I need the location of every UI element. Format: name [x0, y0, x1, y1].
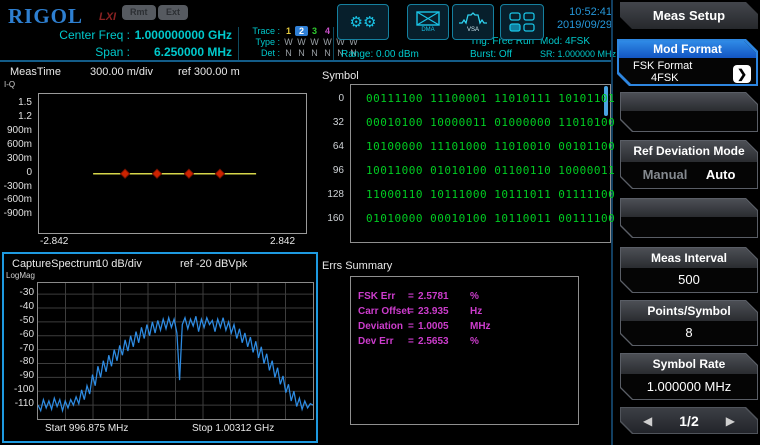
err-label: Dev Err: [358, 336, 394, 347]
gear-icon: ⚙⚙: [350, 15, 377, 30]
symbol-bits: 10011000 01010100 01100110 10000011: [366, 164, 615, 177]
meastime-title: MeasTime: [10, 66, 61, 78]
option-auto[interactable]: Auto: [706, 167, 736, 182]
capture-mode: LogMag: [6, 271, 35, 280]
analyzer-screen: RIGOL LXI Rmt Ext Center Freq : 1.000000…: [0, 0, 760, 445]
meas-interval-softkey[interactable]: Meas Interval 500: [620, 247, 758, 293]
ref-deviation-label: Ref Deviation Mode: [621, 141, 757, 162]
symbol-offset: 32: [310, 117, 344, 128]
window-layout-button[interactable]: [500, 4, 544, 40]
burst-status: Burst: Off: [470, 49, 512, 60]
symbol-rate-label: Symbol Rate: [621, 354, 757, 374]
vsa-button[interactable]: VSA: [452, 4, 494, 40]
ext-indicator: Ext: [158, 5, 188, 20]
symbol-offset: 96: [310, 165, 344, 176]
header-divider: [333, 27, 334, 60]
mod-status: Mod: 4FSK: [540, 36, 590, 47]
symbol-title: Symbol: [322, 70, 359, 82]
menu-title-meas-setup: Meas Setup: [620, 2, 758, 29]
err-unit: Hz: [470, 306, 482, 317]
meastime-trace: [39, 94, 306, 233]
symbol-offset: 128: [310, 189, 344, 200]
span-label: Span :: [10, 45, 130, 59]
err-label: Deviation: [358, 321, 403, 332]
empty-softkey: [620, 198, 758, 238]
symbol-bits: 11000110 10111000 10111011 01111100: [366, 188, 615, 201]
center-freq-label: Center Freq :: [10, 28, 130, 42]
meastime-x-max: 2.842: [270, 236, 295, 247]
points-symbol-softkey[interactable]: Points/Symbol 8: [620, 300, 758, 346]
page-prev-icon[interactable]: ◀: [643, 414, 652, 428]
err-unit: MHz: [470, 321, 491, 332]
err-value: 23.935: [418, 306, 449, 317]
symbol-offset: 0: [310, 93, 344, 104]
window-layout-icon: [509, 12, 535, 32]
err-value: 1.0005: [418, 321, 449, 332]
trace-2-active[interactable]: 2: [295, 26, 308, 36]
range-status: Range: 0.00 dBm: [341, 49, 419, 60]
spectrum-plot[interactable]: [37, 282, 314, 420]
sr-status: SR: 1.000000 MHz: [540, 49, 616, 59]
type-label: Type :: [244, 37, 280, 47]
spectrum-stop-label: Stop 1.00312 GHz: [192, 423, 274, 434]
meastime-plot[interactable]: [38, 93, 307, 234]
trace-label: Trace :: [244, 26, 280, 36]
det-label: Det :: [244, 48, 280, 58]
ref-deviation-mode-softkey[interactable]: Ref Deviation Mode Manual Auto: [620, 140, 758, 189]
trace-3[interactable]: 3: [308, 26, 321, 36]
capture-ref: ref -20 dBVpk: [180, 258, 247, 270]
center-freq-value[interactable]: 1.000000000 GHz: [132, 28, 232, 42]
symbol-offset: 64: [310, 141, 344, 152]
symbol-rate-value: 1.000000 MHz: [621, 374, 757, 399]
err-label: Carr Offset: [358, 306, 410, 317]
option-manual[interactable]: Manual: [643, 167, 688, 182]
meastime-ref: ref 300.00 m: [178, 66, 240, 78]
meastime-mode: I-Q: [4, 80, 15, 89]
span-value[interactable]: 6.250000 MHz: [132, 45, 232, 59]
lxi-logo: LXI: [99, 11, 116, 23]
dma-button[interactable]: DMA: [407, 4, 449, 40]
meas-interval-value: 500: [621, 268, 757, 292]
capture-title: CaptureSpectrum: [12, 258, 98, 270]
err-value: 2.5653: [418, 336, 449, 347]
settings-button[interactable]: ⚙⚙: [337, 4, 389, 40]
mod-format-label: Mod Format: [619, 41, 756, 58]
errs-title: Errs Summary: [322, 260, 392, 272]
meastime-x-min: -2.842: [40, 236, 68, 247]
page-indicator: 1/2: [679, 413, 698, 429]
clock: 10:52:41 2019/09/29: [546, 6, 612, 32]
symbol-offset: 160: [310, 213, 344, 224]
empty-softkey: [620, 92, 758, 132]
page-next-icon[interactable]: ▶: [726, 414, 735, 428]
header-separator: [0, 60, 612, 62]
trace-1[interactable]: 1: [282, 26, 295, 36]
meastime-scale: 300.00 m/div: [90, 66, 153, 78]
page-nav[interactable]: ◀ 1/2 ▶: [620, 407, 758, 434]
rmt-indicator: Rmt: [122, 5, 156, 20]
points-symbol-value: 8: [621, 321, 757, 345]
capture-scale: 10 dB/div: [96, 258, 142, 270]
symbol-bits: 10100000 11101000 11010010 00101100: [366, 140, 615, 153]
err-value: 2.5781: [418, 291, 449, 302]
symbol-bits: 00010100 10000011 01000000 11010100: [366, 116, 615, 129]
rigol-logo: RIGOL: [8, 4, 83, 29]
symbol-bits: 00111100 11100001 11010111 10101101: [366, 92, 615, 105]
dma-icon: [416, 11, 440, 26]
err-unit: %: [470, 336, 479, 347]
meas-interval-label: Meas Interval: [621, 248, 757, 268]
err-unit: %: [470, 291, 479, 302]
symbol-rate-softkey[interactable]: Symbol Rate 1.000000 MHz: [620, 353, 758, 400]
date-value: 2019/09/29: [546, 19, 612, 32]
err-label: FSK Err: [358, 291, 395, 302]
spectrum-trace: [38, 283, 313, 419]
points-symbol-label: Points/Symbol: [621, 301, 757, 321]
chevron-right-icon[interactable]: ❯: [733, 65, 751, 83]
header-divider: [238, 27, 239, 60]
symbol-bits: 01010000 00010100 10110011 00111100: [366, 212, 615, 225]
spectrum-start-label: Start 996.875 MHz: [45, 423, 128, 434]
mod-format-softkey[interactable]: Mod Format FSK Format 4FSK ❯: [617, 39, 758, 86]
vsa-icon: [459, 12, 487, 26]
time-value: 10:52:41: [546, 6, 612, 19]
